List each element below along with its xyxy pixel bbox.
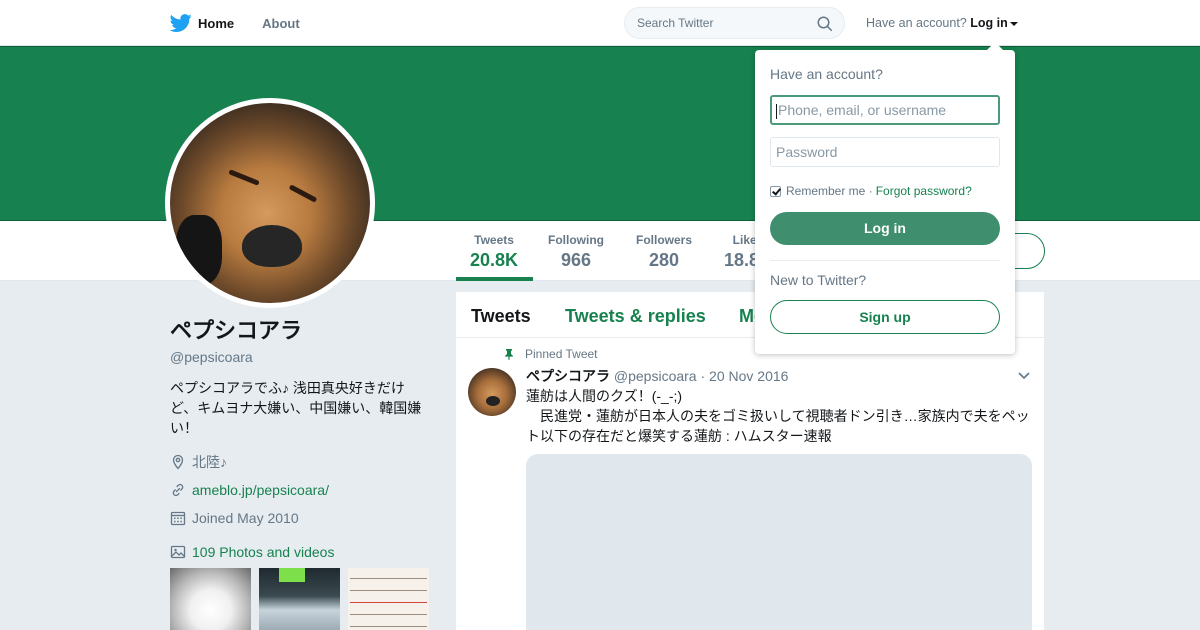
tweet-text: 蓮舫は人間のクズ！(-_-;) 民進党・蓮舫が日本人の夫をゴミ扱いして視聴者ドン… (526, 386, 1034, 446)
chevron-down-icon[interactable] (1018, 372, 1030, 380)
password-field[interactable]: Password (770, 137, 1000, 167)
thumbnail-detail (350, 590, 427, 591)
active-tab-indicator (456, 277, 533, 281)
avatar-collar (176, 215, 222, 285)
photo-thumbnails (170, 568, 432, 630)
tweet-media-card[interactable] (526, 454, 1032, 630)
thumbnail-detail (350, 578, 427, 579)
pin-icon (505, 349, 513, 360)
website-link[interactable]: ameblo.jp/pepsicoara/ (192, 482, 329, 498)
divider (770, 260, 1000, 261)
top-navigation: Home About Search Twitter Have an accoun… (0, 0, 1200, 46)
stat-tweets[interactable]: Tweets 20.8K (470, 233, 518, 271)
tweet-text-line: ト以下の存在だと爆笑する蓮舫 : ハムスター速報 (526, 428, 832, 444)
separator-dot: · (868, 184, 873, 198)
tweet-author-name[interactable]: ペプシコアラ (526, 368, 610, 384)
thumbnail-detail (279, 568, 305, 582)
nav-left: Home About (170, 0, 328, 46)
tweet-author-handle[interactable]: @pepsicoara (614, 368, 697, 384)
twitter-bird-icon[interactable] (170, 12, 192, 34)
profile-website: ameblo.jp/pepsicoara/ (170, 480, 432, 500)
calendar-icon (170, 511, 186, 526)
stat-following[interactable]: Following 966 (548, 233, 604, 271)
search-input[interactable]: Search Twitter (624, 7, 845, 39)
thumbnail-detail (350, 602, 427, 603)
profile-bio: ペプシコアラでふ♪ 浅田真央好きだけど、キムヨナ大嫌い、中国嫌い、韓国嫌い！ (170, 380, 422, 436)
joined-text: Joined May 2010 (192, 510, 299, 526)
photos-label: 109 Photos and videos (192, 544, 335, 560)
profile-avatar[interactable] (165, 98, 375, 308)
photo-thumbnail[interactable] (259, 568, 340, 630)
nav-about-link[interactable]: About (262, 16, 300, 31)
photos-and-videos-link[interactable]: 109 Photos and videos (170, 544, 432, 560)
photos-icon (170, 545, 186, 559)
account-menu[interactable]: Have an account? Log in (866, 16, 1018, 30)
pinned-label: Pinned Tweet (525, 347, 598, 361)
stat-value: 966 (560, 250, 592, 270)
stat-value: 280 (648, 250, 680, 270)
new-to-twitter-label: New to Twitter? (770, 272, 867, 288)
search-icon[interactable] (816, 15, 834, 33)
avatar-snout (486, 396, 500, 406)
tab-tweets[interactable]: Tweets (471, 306, 531, 327)
stat-label: Followers (636, 233, 693, 247)
nav-home-link[interactable]: Home (198, 16, 234, 31)
tweet-avatar[interactable] (468, 368, 516, 416)
login-dropdown: Have an account? Phone, email, or userna… (755, 42, 1015, 354)
thumbnail-detail (350, 614, 427, 615)
login-button[interactable]: Log in (770, 212, 1000, 245)
tweet-text-line: 蓮舫は人間のクズ！(-_-;) (526, 388, 683, 404)
chevron-down-icon[interactable] (1009, 21, 1018, 26)
profile-joined: Joined May 2010 (170, 508, 432, 528)
tab-tweets-and-replies[interactable]: Tweets & replies (565, 306, 706, 327)
photo-thumbnail[interactable] (170, 568, 251, 630)
search-placeholder: Search Twitter (637, 16, 714, 30)
tweet-header: ペプシコアラ @pepsicoara · 20 Nov 2016 (526, 366, 788, 386)
login-dropdown-title: Have an account? (770, 66, 883, 82)
tweet-text-line: 民進党・蓮舫が日本人の夫をゴミ扱いして視聴者ドン引き…家族内で夫をペッ (526, 408, 1030, 424)
remember-me-label[interactable]: Remember me (786, 184, 865, 198)
avatar-eye (228, 169, 260, 186)
text-cursor (776, 103, 777, 119)
username-placeholder: Phone, email, or username (778, 102, 947, 118)
profile-sidebar: ペプシコアラ @pepsicoara ペプシコアラでふ♪ 浅田真央好きだけど、キ… (170, 313, 432, 630)
photo-thumbnail[interactable] (348, 568, 429, 630)
profile-name[interactable]: ペプシコアラ (170, 313, 432, 345)
remember-me-checkbox[interactable] (770, 185, 781, 197)
stat-value: 20.8K (470, 250, 519, 270)
tweet-date[interactable]: · 20 Nov 2016 (700, 368, 788, 384)
forgot-password-link[interactable]: Forgot password? (876, 184, 972, 198)
username-field[interactable]: Phone, email, or username (770, 95, 1000, 125)
profile-handle[interactable]: @pepsicoara (170, 349, 432, 365)
stat-label: Tweets (474, 233, 514, 247)
remember-me-row: Remember me · Forgot password? (770, 184, 972, 198)
avatar-snout (242, 225, 302, 267)
location-icon (172, 454, 184, 470)
link-icon (172, 483, 184, 497)
dropdown-arrow (987, 42, 1003, 50)
location-text: 北陸♪ (192, 454, 227, 470)
stat-followers[interactable]: Followers 280 (636, 233, 692, 271)
account-prompt: Have an account? (866, 16, 967, 30)
login-link[interactable]: Log in (970, 16, 1008, 30)
pinned-indicator: Pinned Tweet (503, 347, 598, 361)
thumbnail-detail (350, 626, 427, 627)
avatar-eye (288, 184, 318, 203)
password-placeholder: Password (776, 144, 838, 160)
stat-label: Following (548, 233, 604, 247)
signup-button[interactable]: Sign up (770, 300, 1000, 334)
profile-location: 北陸♪ (170, 452, 432, 472)
